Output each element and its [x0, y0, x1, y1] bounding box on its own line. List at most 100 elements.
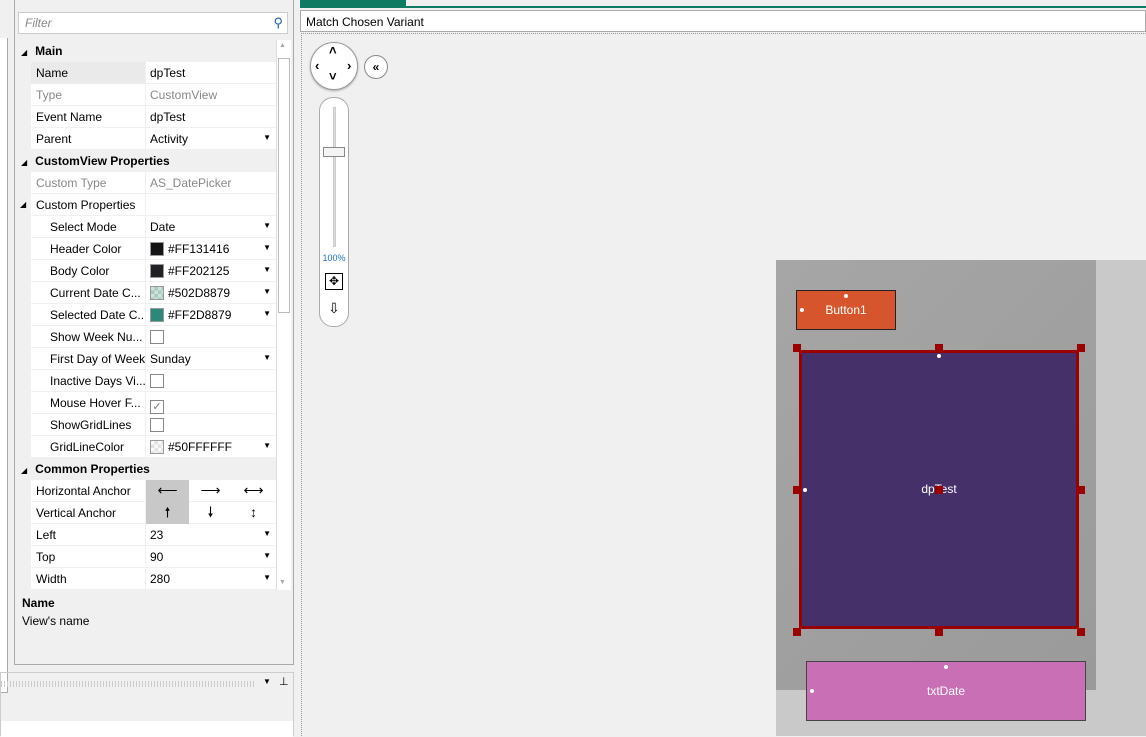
prop-first-day[interactable]: First Day of Week Sunday ▼ — [15, 348, 276, 370]
gridline-color-value: #50FFFFFF — [168, 440, 233, 454]
resize-handle[interactable] — [793, 628, 801, 636]
export-icon[interactable]: ⇩ — [325, 300, 343, 317]
mouse-hover-checkbox[interactable]: ✓ — [150, 400, 164, 414]
dropdown-arrow-icon[interactable]: ▼ — [263, 353, 271, 362]
collapse-toolbar-icon[interactable]: « — [364, 55, 388, 79]
scrollbar-thumb[interactable] — [278, 58, 290, 313]
search-icon[interactable]: ⚲ — [273, 15, 283, 31]
prop-event-name[interactable]: Event Name dpTest — [15, 106, 276, 128]
body-color-dropdown[interactable]: #FF202125 ▼ — [145, 260, 276, 282]
prop-show-week-numbers[interactable]: Show Week Nu... — [15, 326, 276, 348]
resize-handle[interactable] — [1077, 344, 1085, 352]
left-value: 23 — [150, 528, 164, 542]
prop-custom-properties[interactable]: ◢ Custom Properties — [15, 194, 276, 216]
anchor-both-icon[interactable]: ⟷ — [232, 480, 275, 502]
first-day-dropdown[interactable]: Sunday ▼ — [145, 348, 276, 370]
panel-menu-icon[interactable]: ▼ — [263, 677, 271, 686]
prop-horizontal-anchor[interactable]: Horizontal Anchor ⟵ ⟶ ⟷ — [15, 480, 276, 502]
dropdown-arrow-icon[interactable]: ▼ — [263, 441, 271, 450]
pan-left-icon[interactable]: ‹ — [315, 58, 319, 73]
prop-label: Width — [36, 572, 67, 586]
pin-icon[interactable]: ⊥ — [279, 675, 289, 688]
type-value: CustomView — [145, 84, 276, 106]
active-tab[interactable] — [300, 0, 406, 7]
pan-right-icon[interactable]: › — [347, 58, 351, 73]
resize-handle[interactable] — [935, 628, 943, 636]
collapse-icon[interactable]: ◢ — [15, 194, 31, 216]
select-mode-dropdown[interactable]: Date ▼ — [145, 216, 276, 238]
resize-handle[interactable] — [935, 344, 943, 352]
prop-select-mode[interactable]: Select Mode Date ▼ — [15, 216, 276, 238]
anchor-top-icon[interactable]: 🠕 — [146, 502, 189, 524]
category-common[interactable]: ◢ Common Properties — [15, 458, 276, 480]
dropdown-arrow-icon[interactable]: ▼ — [263, 243, 271, 252]
show-week-numbers-checkbox[interactable] — [150, 330, 164, 344]
prop-gridline-color[interactable]: GridLineColor #50FFFFFF ▼ — [15, 436, 276, 458]
panel-grip[interactable] — [1, 681, 256, 687]
selected-date-color-dropdown[interactable]: #FF2D8879 ▼ — [145, 304, 276, 326]
prop-label: Custom Properties — [36, 198, 136, 212]
left-list — [0, 38, 8, 693]
dropdown-arrow-icon[interactable]: ▼ — [263, 573, 271, 582]
prop-mouse-hover[interactable]: Mouse Hover F... ✓ — [15, 392, 276, 414]
zoom-slider-thumb[interactable] — [323, 147, 345, 157]
prop-header-color[interactable]: Header Color #FF131416 ▼ — [15, 238, 276, 260]
prop-width[interactable]: Width 280 ▼ — [15, 568, 276, 590]
prop-vertical-anchor[interactable]: Vertical Anchor 🠕 🠗 ↕ — [15, 502, 276, 524]
fit-to-screen-icon[interactable]: ✥ — [325, 273, 343, 290]
pan-up-icon[interactable]: ˄ — [329, 43, 337, 58]
header-color-dropdown[interactable]: #FF131416 ▼ — [145, 238, 276, 260]
prop-label: First Day of Week — [50, 352, 145, 366]
prop-current-date-color[interactable]: Current Date C... #502D8879 ▼ — [15, 282, 276, 304]
prop-body-color[interactable]: Body Color #FF202125 ▼ — [15, 260, 276, 282]
width-field[interactable]: 280 ▼ — [145, 568, 276, 590]
anchor-right-icon[interactable]: ⟶ — [189, 480, 232, 502]
collapse-icon[interactable]: ◢ — [21, 48, 27, 57]
scroll-down-icon[interactable]: ▼ — [279, 579, 286, 586]
resize-handle[interactable] — [1077, 486, 1085, 494]
current-date-color-dropdown[interactable]: #502D8879 ▼ — [145, 282, 276, 304]
category-main[interactable]: ◢ Main — [15, 40, 276, 62]
dropdown-arrow-icon[interactable]: ▼ — [263, 529, 271, 538]
gridline-color-dropdown[interactable]: #50FFFFFF ▼ — [145, 436, 276, 458]
parent-dropdown[interactable]: Activity ▼ — [145, 128, 276, 150]
filter-input[interactable]: Filter ⚲ — [18, 12, 288, 34]
collapse-icon[interactable]: ◢ — [21, 158, 27, 167]
inactive-days-checkbox[interactable] — [150, 374, 164, 388]
anchor-left-icon[interactable]: ⟵ — [146, 480, 189, 502]
prop-top[interactable]: Top 90 ▼ — [15, 546, 276, 568]
collapse-icon[interactable]: ◢ — [21, 466, 27, 475]
event-name-value[interactable]: dpTest — [145, 106, 276, 128]
zoom-slider-track[interactable] — [333, 107, 336, 247]
show-gridlines-checkbox[interactable] — [150, 418, 164, 432]
pan-control[interactable]: ˄ ˅ ‹ › — [310, 42, 358, 90]
anchor-bottom-icon[interactable]: 🠗 — [189, 502, 232, 524]
scroll-up-icon[interactable]: ▲ — [279, 42, 286, 49]
prop-selected-date-color[interactable]: Selected Date C... #FF2D8879 ▼ — [15, 304, 276, 326]
left-field[interactable]: 23 ▼ — [145, 524, 276, 546]
resize-handle[interactable] — [793, 344, 801, 352]
dropdown-arrow-icon[interactable]: ▼ — [263, 133, 271, 142]
move-handle[interactable] — [935, 486, 943, 494]
pan-down-icon[interactable]: ˅ — [329, 69, 337, 84]
variant-selector[interactable]: Match Chosen Variant — [300, 10, 1146, 32]
resize-handle[interactable] — [1077, 628, 1085, 636]
property-grid-scrollbar[interactable]: ▲ ▼ — [276, 40, 291, 590]
view-txtdate[interactable]: txtDate — [806, 661, 1086, 721]
anchor-both-vertical-icon[interactable]: ↕ — [232, 502, 275, 524]
prop-left[interactable]: Left 23 ▼ — [15, 524, 276, 546]
resize-handle[interactable] — [793, 486, 801, 494]
dropdown-arrow-icon[interactable]: ▼ — [263, 287, 271, 296]
dropdown-arrow-icon[interactable]: ▼ — [263, 265, 271, 274]
name-value[interactable]: dpTest — [145, 62, 276, 84]
prop-show-gridlines[interactable]: ShowGridLines — [15, 414, 276, 436]
prop-name[interactable]: Name dpTest — [15, 62, 276, 84]
prop-inactive-days[interactable]: Inactive Days Vi... — [15, 370, 276, 392]
category-customview[interactable]: ◢ CustomView Properties — [15, 150, 276, 172]
top-field[interactable]: 90 ▼ — [145, 546, 276, 568]
prop-parent[interactable]: Parent Activity ▼ — [15, 128, 276, 150]
prop-label: Event Name — [36, 110, 103, 124]
dropdown-arrow-icon[interactable]: ▼ — [263, 551, 271, 560]
dropdown-arrow-icon[interactable]: ▼ — [263, 309, 271, 318]
dropdown-arrow-icon[interactable]: ▼ — [263, 221, 271, 230]
